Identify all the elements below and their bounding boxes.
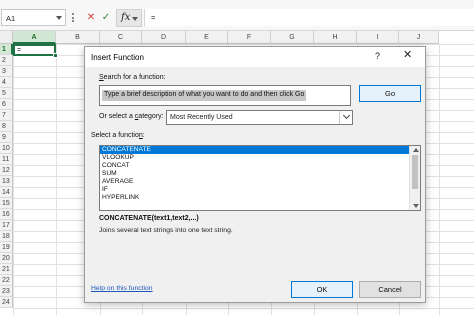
function-item-vlookup[interactable]: VLOOKUP: [100, 154, 409, 162]
close-icon[interactable]: ✕: [403, 50, 412, 61]
row-header-13[interactable]: 13: [0, 176, 13, 187]
row-header-24[interactable]: 24: [0, 297, 13, 308]
row-header-23[interactable]: 23: [0, 286, 13, 297]
help-on-function-link[interactable]: Help on this function: [91, 285, 153, 292]
column-gridline: [439, 44, 440, 315]
row-header-10[interactable]: 10: [0, 143, 13, 154]
row-header-5[interactable]: 5: [0, 88, 13, 99]
function-item-concat[interactable]: CONCAT: [100, 162, 409, 170]
insert-function-button[interactable]: fx: [116, 9, 142, 27]
column-header-d[interactable]: D: [142, 31, 186, 44]
column-header-g[interactable]: G: [271, 31, 314, 44]
column-header-j[interactable]: J: [399, 31, 439, 44]
column-header-f[interactable]: F: [228, 31, 271, 44]
help-icon[interactable]: ?: [375, 51, 380, 61]
row-header-12[interactable]: 12: [0, 165, 13, 176]
row-header-20[interactable]: 20: [0, 253, 13, 264]
column-header-e[interactable]: E: [186, 31, 228, 44]
function-description: Joins several text strings into one text…: [99, 227, 233, 234]
category-select[interactable]: Most Recently Used: [166, 110, 353, 125]
row-header-4[interactable]: 4: [0, 77, 13, 88]
function-item-sum[interactable]: SUM: [100, 170, 409, 178]
row-header-14[interactable]: 14: [0, 187, 13, 198]
function-list[interactable]: CONCATENATE VLOOKUP CONCAT SUM AVERAGE I…: [99, 145, 421, 211]
function-syntax: CONCATENATE(text1,text2,...): [99, 215, 199, 222]
row-header-17[interactable]: 17: [0, 220, 13, 231]
column-header-a[interactable]: A: [13, 31, 56, 44]
select-function-label: Select a function:: [91, 132, 145, 139]
enter-check-icon[interactable]: ✓: [101, 10, 111, 26]
row-header-6[interactable]: 6: [0, 99, 13, 110]
fill-handle[interactable]: [53, 53, 58, 58]
chevron-down-icon[interactable]: [339, 111, 352, 124]
column-header-h[interactable]: H: [314, 31, 357, 44]
formula-value: =: [151, 13, 156, 22]
go-button[interactable]: Go: [359, 85, 421, 102]
row-header-22[interactable]: 22: [0, 275, 13, 286]
formula-bar: A1 ✕ ✓ fx =: [0, 0, 474, 31]
ok-button[interactable]: OK: [291, 281, 353, 298]
scroll-up-icon[interactable]: [413, 148, 419, 152]
row-header-7[interactable]: 7: [0, 110, 13, 121]
row-header-16[interactable]: 16: [0, 209, 13, 220]
active-cell-a1[interactable]: =: [13, 44, 58, 58]
insert-function-dialog: Insert Function ? ✕ Search for a functio…: [84, 46, 426, 303]
row-header-9[interactable]: 9: [0, 132, 13, 143]
row-header-19[interactable]: 19: [0, 242, 13, 253]
name-box-dropdown-icon[interactable]: [56, 16, 62, 20]
column-gridline: [56, 44, 57, 315]
function-item-hyperlink[interactable]: HYPERLINK: [100, 194, 409, 202]
row-header-3[interactable]: 3: [0, 66, 13, 77]
row-header-2[interactable]: 2: [0, 55, 13, 66]
column-header-i[interactable]: I: [357, 31, 399, 44]
dialog-title: Insert Function: [91, 53, 144, 62]
function-list-scrollbar[interactable]: [409, 146, 420, 210]
cancel-entry-icon[interactable]: ✕: [86, 10, 96, 26]
search-input-text: Type a brief description of what you wan…: [102, 90, 307, 101]
scroll-down-icon[interactable]: [413, 204, 419, 208]
dialog-titlebar: Insert Function ? ✕: [85, 47, 425, 67]
row-header-21[interactable]: 21: [0, 264, 13, 275]
search-input[interactable]: Type a brief description of what you wan…: [99, 85, 351, 106]
active-cell-value: =: [17, 47, 22, 54]
name-box-value: A1: [6, 14, 16, 23]
select-all-corner[interactable]: [0, 31, 13, 44]
row-header-15[interactable]: 15: [0, 198, 13, 209]
name-box[interactable]: A1: [1, 9, 66, 26]
scrollbar-thumb[interactable]: [412, 155, 418, 189]
chevron-down-icon: [132, 17, 138, 21]
cancel-button[interactable]: Cancel: [359, 281, 421, 298]
search-label: Search for a function:: [99, 74, 166, 81]
row-header-18[interactable]: 18: [0, 231, 13, 242]
drag-handle-icon[interactable]: [72, 13, 74, 23]
function-item-if[interactable]: IF: [100, 186, 409, 194]
category-value: Most Recently Used: [170, 114, 233, 121]
row-header-11[interactable]: 11: [0, 154, 13, 165]
function-item-average[interactable]: AVERAGE: [100, 178, 409, 186]
column-header-c[interactable]: C: [100, 31, 142, 44]
category-label: Or select a category:: [99, 113, 164, 120]
row-header-8[interactable]: 8: [0, 121, 13, 132]
formula-input[interactable]: =: [144, 9, 474, 26]
function-item-concatenate[interactable]: CONCATENATE: [100, 146, 409, 154]
column-header-b[interactable]: B: [56, 31, 100, 44]
fx-icon: fx: [121, 12, 131, 23]
row-header-1[interactable]: 1: [0, 44, 13, 55]
